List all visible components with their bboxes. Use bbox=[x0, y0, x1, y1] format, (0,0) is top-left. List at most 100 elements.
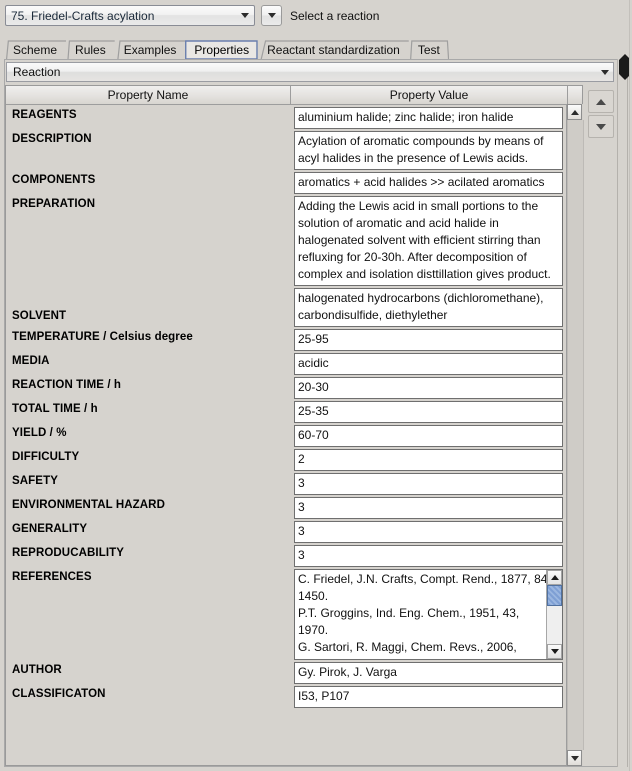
split-pane-expand-controls[interactable] bbox=[619, 60, 628, 94]
references-scroll-up-button[interactable] bbox=[547, 570, 562, 585]
table-row[interactable]: GENERALITY 3 bbox=[6, 519, 568, 543]
value-input[interactable]: acidic bbox=[294, 353, 563, 375]
value-input[interactable]: 2 bbox=[294, 449, 563, 471]
value-input[interactable]: aluminium halide; zinc halide; iron hali… bbox=[294, 107, 563, 129]
value-line: 1450. bbox=[298, 588, 546, 605]
scroll-down-button[interactable] bbox=[567, 750, 582, 766]
property-value-cell[interactable]: 3 bbox=[291, 519, 568, 543]
value-line: solution of aromatic and acid halide in bbox=[298, 215, 559, 232]
property-value-cell[interactable]: 3 bbox=[291, 543, 568, 567]
property-value-cell[interactable]: 25-95 bbox=[291, 327, 568, 351]
property-name: DESCRIPTION bbox=[6, 129, 291, 145]
table-row[interactable]: PREPARATION Adding the Lewis acid in sma… bbox=[6, 194, 568, 286]
section-select[interactable]: Reaction bbox=[6, 62, 614, 82]
value-line: halogenated solvent with efficient stirr… bbox=[298, 232, 559, 249]
table-vertical-scrollbar[interactable] bbox=[566, 104, 583, 766]
select-reaction-label: Select a reaction bbox=[290, 9, 379, 23]
property-name: TEMPERATURE / Celsius degree bbox=[6, 327, 291, 343]
tab-label: Rules bbox=[75, 43, 106, 57]
table-row[interactable]: COMPONENTS aromatics + acid halides >> a… bbox=[6, 170, 568, 194]
reaction-select[interactable]: 75. Friedel-Crafts acylation bbox=[5, 5, 255, 26]
value-input[interactable]: 20-30 bbox=[294, 377, 563, 399]
property-value-cell[interactable]: halogenated hydrocarbons (dichloromethan… bbox=[291, 286, 568, 327]
property-value-cell[interactable]: 3 bbox=[291, 471, 568, 495]
value-input[interactable]: Acylation of aromatic compounds by means… bbox=[294, 131, 563, 170]
property-value-cell[interactable]: 20-30 bbox=[291, 375, 568, 399]
table-row[interactable]: REACTION TIME / h 20-30 bbox=[6, 375, 568, 399]
table-row[interactable]: ENVIRONMENTAL HAZARD 3 bbox=[6, 495, 568, 519]
table-row[interactable]: TEMPERATURE / Celsius degree 25-95 bbox=[6, 327, 568, 351]
property-value-cell[interactable]: 2 bbox=[291, 447, 568, 471]
chevron-down-icon[interactable] bbox=[601, 70, 609, 75]
value-line: complex and isolation disttillation give… bbox=[298, 266, 559, 283]
tab-reactant-standardization[interactable]: Reactant standardization bbox=[258, 40, 409, 60]
table-row[interactable]: YIELD / % 60-70 bbox=[6, 423, 568, 447]
value-input[interactable]: 3 bbox=[294, 521, 563, 543]
value-line: aromatics + acid halides >> acilated aro… bbox=[298, 174, 559, 191]
table-row[interactable]: REFERENCES C. Friedel, J.N. Crafts, Comp… bbox=[6, 567, 568, 660]
property-value-cell[interactable]: Acylation of aromatic compounds by means… bbox=[291, 129, 568, 170]
reaction-dropdown-button[interactable] bbox=[261, 5, 282, 26]
property-value-cell[interactable]: 3 bbox=[291, 495, 568, 519]
table-row[interactable]: AUTHOR Gy. Pirok, J. Varga bbox=[6, 660, 568, 684]
tab-rules[interactable]: Rules bbox=[66, 40, 115, 60]
property-name: REPRODUCABILITY bbox=[6, 543, 291, 559]
value-input[interactable]: I53, P107 bbox=[294, 686, 563, 708]
references-scroll-thumb[interactable] bbox=[547, 585, 562, 606]
column-header-property-value[interactable]: Property Value bbox=[291, 86, 568, 105]
chevron-down-icon[interactable] bbox=[238, 13, 252, 18]
table-row[interactable]: REAGENTS aluminium halide; zinc halide; … bbox=[6, 105, 568, 129]
property-value-cell[interactable]: aluminium halide; zinc halide; iron hali… bbox=[291, 105, 568, 129]
references-textarea[interactable]: C. Friedel, J.N. Crafts, Compt. Rend., 1… bbox=[294, 569, 563, 660]
value-input[interactable]: halogenated hydrocarbons (dichloromethan… bbox=[294, 288, 563, 327]
property-value-cell[interactable]: aromatics + acid halides >> acilated aro… bbox=[291, 170, 568, 194]
table-row[interactable]: CLASSIFICATON I53, P107 bbox=[6, 684, 568, 708]
table-row[interactable]: TOTAL TIME / h 25-35 bbox=[6, 399, 568, 423]
property-value-cell[interactable]: C. Friedel, J.N. Crafts, Compt. Rend., 1… bbox=[291, 567, 568, 660]
table-row[interactable]: SOLVENT halogenated hydrocarbons (dichlo… bbox=[6, 286, 568, 327]
property-value-cell[interactable]: 60-70 bbox=[291, 423, 568, 447]
row-move-buttons bbox=[588, 90, 614, 138]
property-value-cell[interactable]: 25-35 bbox=[291, 399, 568, 423]
move-row-down-button[interactable] bbox=[588, 115, 614, 138]
properties-table: Property Name Property Value REAGENTS al… bbox=[5, 85, 583, 766]
value-input[interactable]: 3 bbox=[294, 497, 563, 519]
tab-scheme[interactable]: Scheme bbox=[4, 40, 66, 60]
scrollbar-track[interactable] bbox=[567, 120, 584, 750]
tab-examples[interactable]: Examples bbox=[115, 40, 186, 60]
value-input[interactable]: 25-95 bbox=[294, 329, 563, 351]
move-row-up-button[interactable] bbox=[588, 90, 614, 113]
tab-test[interactable]: Test bbox=[409, 40, 449, 60]
table-row[interactable]: REPRODUCABILITY 3 bbox=[6, 543, 568, 567]
property-name: SOLVENT bbox=[6, 286, 291, 322]
property-name: PREPARATION bbox=[6, 194, 291, 210]
value-input[interactable]: 25-35 bbox=[294, 401, 563, 423]
table-row[interactable]: DIFFICULTY 2 bbox=[6, 447, 568, 471]
value-input[interactable]: 3 bbox=[294, 473, 563, 495]
scroll-up-button[interactable] bbox=[567, 104, 582, 120]
value-input[interactable]: Adding the Lewis acid in small portions … bbox=[294, 196, 563, 286]
split-pane-divider[interactable] bbox=[617, 59, 628, 767]
property-value-cell[interactable]: Adding the Lewis acid in small portions … bbox=[291, 194, 568, 286]
reaction-select-value: 75. Friedel-Crafts acylation bbox=[11, 9, 238, 23]
property-name: REAGENTS bbox=[6, 105, 291, 121]
property-value-cell[interactable]: Gy. Pirok, J. Varga bbox=[291, 660, 568, 684]
value-input[interactable]: 60-70 bbox=[294, 425, 563, 447]
section-select-value: Reaction bbox=[13, 65, 601, 79]
table-body: REAGENTS aluminium halide; zinc halide; … bbox=[6, 105, 568, 766]
references-scroll-down-button[interactable] bbox=[547, 644, 562, 659]
table-row[interactable]: MEDIA acidic bbox=[6, 351, 568, 375]
property-value-cell[interactable]: acidic bbox=[291, 351, 568, 375]
tab-label: Examples bbox=[124, 43, 177, 57]
value-input[interactable]: aromatics + acid halides >> acilated aro… bbox=[294, 172, 563, 194]
table-row[interactable]: DESCRIPTION Acylation of aromatic compou… bbox=[6, 129, 568, 170]
tab-properties[interactable]: Properties bbox=[185, 40, 258, 60]
column-header-property-name[interactable]: Property Name bbox=[6, 86, 291, 105]
references-scrollbar[interactable] bbox=[546, 570, 562, 659]
value-input[interactable]: Gy. Pirok, J. Varga bbox=[294, 662, 563, 684]
value-input[interactable]: 3 bbox=[294, 545, 563, 567]
value-line: Acylation of aromatic compounds by means… bbox=[298, 133, 559, 150]
value-line: I53, P107 bbox=[298, 688, 559, 705]
property-value-cell[interactable]: I53, P107 bbox=[291, 684, 568, 708]
table-row[interactable]: SAFETY 3 bbox=[6, 471, 568, 495]
